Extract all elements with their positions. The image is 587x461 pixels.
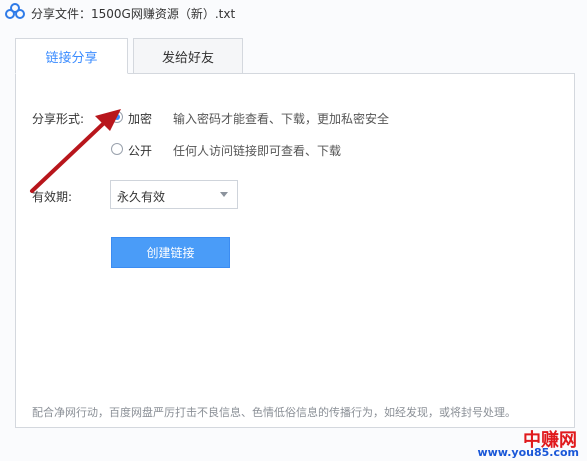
validity-label: 有效期:	[32, 190, 73, 204]
policy-notice: 配合净网行动，百度网盘严厉打击不良信息、色情低俗信息的传播行为，如经发现，或将封…	[32, 406, 516, 419]
create-link-button-label: 创建链接	[146, 246, 195, 260]
baidu-netdisk-cloud-icon	[5, 3, 25, 19]
share-form-label: 分享形式:	[32, 112, 85, 126]
validity-select-value: 永久有效	[117, 190, 166, 204]
create-link-button[interactable]: 创建链接	[111, 237, 230, 268]
radio-public-label[interactable]: 公开	[128, 142, 152, 159]
validity-select[interactable]: 永久有效	[110, 180, 238, 209]
watermark-site: www.you85.com	[477, 446, 579, 459]
radio-encrypted-label[interactable]: 加密	[128, 110, 152, 127]
tab-send-to-friend-label: 发给好友	[161, 50, 214, 66]
title-bar: 分享文件：1500G网赚资源（新）.txt	[0, 0, 587, 28]
radio-public[interactable]	[111, 143, 123, 155]
tab-link-share[interactable]: 链接分享	[15, 38, 128, 74]
window-title: 分享文件：1500G网赚资源（新）.txt	[31, 7, 236, 21]
encrypted-description: 输入密码才能查看、下载，更加私密安全	[173, 112, 390, 126]
triangle-down-icon	[220, 192, 228, 197]
watermark: 中赚网 www.you85.com	[477, 426, 581, 460]
public-description: 任何人访问链接即可查看、下载	[173, 144, 342, 158]
tab-send-to-friend[interactable]: 发给好友	[133, 38, 243, 74]
radio-encrypted[interactable]	[111, 111, 123, 123]
tab-link-share-label: 链接分享	[45, 50, 98, 66]
